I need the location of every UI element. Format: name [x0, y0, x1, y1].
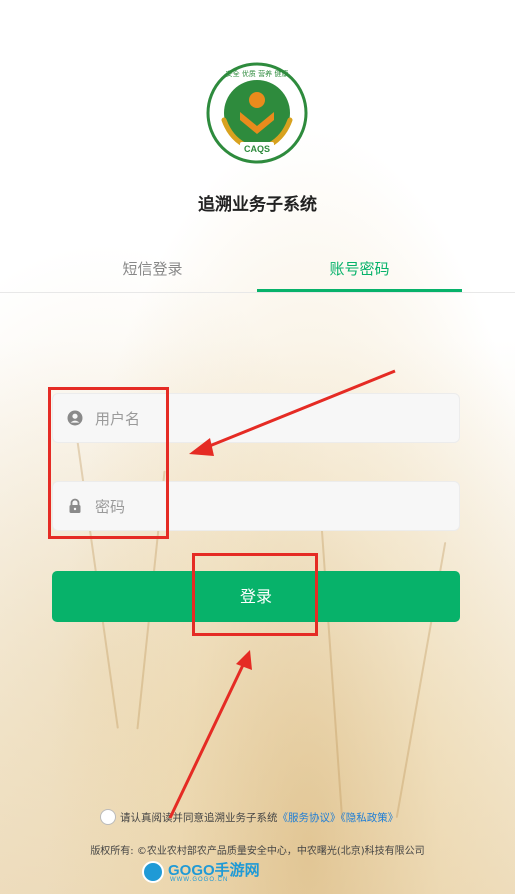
tab-account-password[interactable]: 账号密码: [257, 255, 462, 292]
agreement-text: 请认真阅读并同意追溯业务子系统: [120, 812, 278, 824]
annotation-box-credentials: [48, 387, 169, 539]
logo-badge-text: CAQS: [244, 144, 270, 154]
copyright-text: 版权所有: ©农业农村部农产品质量安全中心，中农曙光(北京)科技有限公司: [90, 846, 425, 857]
app-title: 追溯业务子系统: [198, 195, 317, 215]
annotation-box-login: [192, 553, 318, 636]
logo-arc-text: 安全 优质 营养 健康: [226, 69, 289, 78]
privacy-policy-link[interactable]: 《隐私政策》: [341, 812, 399, 824]
watermark-logo-icon: [142, 861, 164, 883]
service-agreement-link[interactable]: 《服务协议》: [278, 812, 341, 824]
active-tab-indicator: [257, 289, 462, 292]
tab-sms-login[interactable]: 短信登录: [50, 255, 255, 292]
caqs-logo: CAQS 安全 优质 营养 健康: [206, 62, 308, 164]
watermark-domain: WWW.GOGO.CN: [170, 877, 229, 883]
agreement-checkbox[interactable]: [100, 809, 116, 825]
login-tabs: 短信登录 账号密码: [0, 255, 515, 293]
